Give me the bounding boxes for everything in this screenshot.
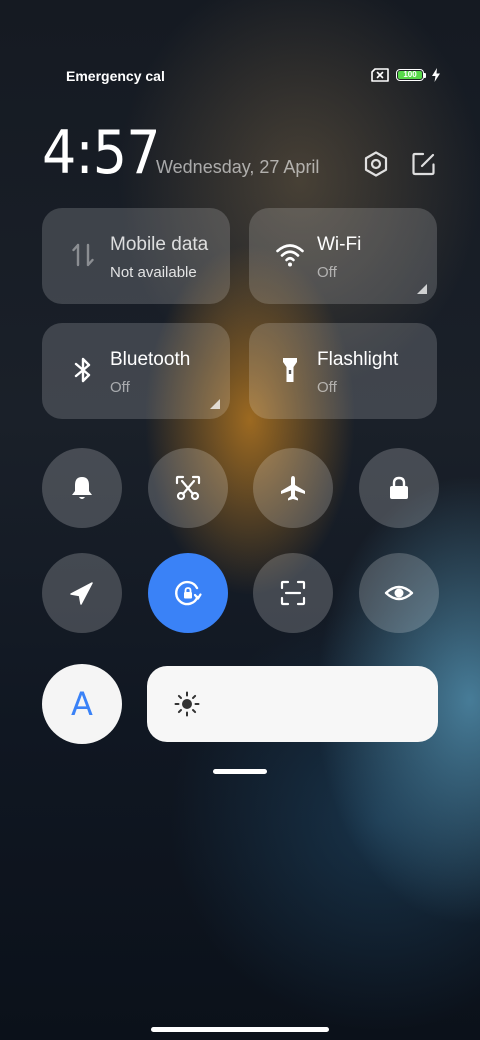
lock-icon (390, 476, 408, 499)
rotation-lock-icon (175, 580, 202, 606)
airplane-icon (281, 476, 305, 501)
sun-icon (174, 691, 200, 717)
airplane-mode-toggle[interactable] (253, 448, 333, 528)
wifi-title: Wi-Fi (317, 234, 362, 255)
bluetooth-tile[interactable]: Bluetooth Off (42, 323, 230, 419)
lock-screen-toggle[interactable] (359, 448, 439, 528)
bluetooth-status: Off (110, 379, 130, 396)
location-arrow-icon (70, 582, 93, 605)
location-toggle[interactable] (42, 553, 122, 633)
sound-toggle[interactable] (42, 448, 122, 528)
flashlight-tile[interactable]: Flashlight Off (249, 323, 437, 419)
wifi-tile[interactable]: Wi-Fi Off (249, 208, 437, 304)
reading-mode-toggle[interactable] (359, 553, 439, 633)
scissors-icon (175, 475, 201, 501)
settings-icon[interactable] (362, 150, 390, 178)
mobile-data-status: Not available (110, 264, 197, 281)
battery-level: 100 (398, 71, 422, 79)
flashlight-title: Flashlight (317, 349, 399, 370)
eye-icon (384, 585, 414, 601)
carrier-text: Emergency calls only (66, 68, 164, 84)
scanner-toggle[interactable] (253, 553, 333, 633)
flashlight-icon (283, 358, 297, 382)
navigation-gesture-bar[interactable] (151, 1027, 329, 1032)
screenshot-toggle[interactable] (148, 448, 228, 528)
bluetooth-title: Bluetooth (110, 349, 191, 370)
brightness-slider[interactable] (147, 666, 438, 742)
rotation-lock-toggle[interactable] (148, 553, 228, 633)
wifi-status: Off (317, 264, 337, 281)
charging-icon (432, 68, 440, 82)
battery-icon: 100 (396, 69, 426, 81)
scan-icon (280, 580, 306, 606)
panel-handle[interactable] (213, 769, 267, 774)
mobile-data-tile[interactable]: Mobile data Not available (42, 208, 230, 304)
mobile-data-title: Mobile data (110, 234, 209, 255)
bluetooth-icon (74, 357, 91, 383)
wifi-expand-icon[interactable] (417, 284, 427, 294)
no-sim-icon (371, 68, 389, 82)
status-icons: 100 (370, 68, 440, 82)
edit-icon[interactable] (410, 150, 438, 178)
clock[interactable]: 4:57 (42, 118, 161, 188)
auto-brightness-icon: A (71, 685, 93, 723)
bell-icon (72, 477, 92, 499)
bluetooth-expand-icon[interactable] (210, 399, 220, 409)
auto-brightness-button[interactable]: A (42, 664, 122, 744)
date[interactable]: Wednesday, 27 April (156, 157, 319, 178)
status-bar: Emergency calls only 100 (0, 64, 480, 88)
mobile-data-icon (72, 243, 94, 267)
wifi-icon (276, 244, 304, 267)
flashlight-status: Off (317, 379, 337, 396)
